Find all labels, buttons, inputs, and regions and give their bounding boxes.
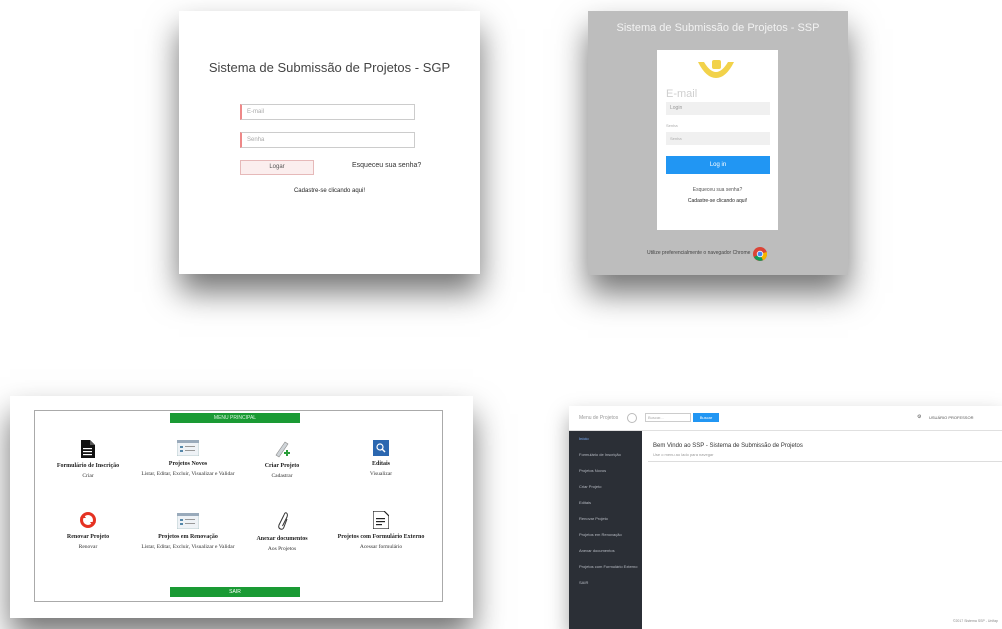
login-input[interactable]: Login [666, 102, 770, 115]
login-card: E-mail Login Senha Senha Log in Esqueceu… [657, 50, 778, 230]
sidebar-item-sair[interactable]: SAIR [569, 575, 642, 591]
sidebar-item-projetos-novos[interactable]: Projetos Novos [569, 463, 642, 479]
tile-anexar-documentos[interactable]: Anexar documentos Aos Projetos [232, 511, 332, 553]
password-field[interactable]: Senha [240, 132, 415, 148]
toggle-icon[interactable] [627, 413, 637, 423]
menu-frame [34, 410, 443, 602]
password-input[interactable]: Senha [666, 132, 770, 145]
tile-formulario[interactable]: Formulário de Inscrição Criar [38, 440, 138, 480]
main-content: Bem Vindo ao SSP - Sistema de Submissão … [643, 431, 1002, 629]
welcome-title: Bem Vindo ao SSP - Sistema de Submissão … [653, 443, 803, 449]
register-link[interactable]: Cadastre-se clicando aqui! [179, 188, 480, 194]
tile-projetos-renovacao[interactable]: Projetos em Renovação Listar, Editar, Ex… [138, 513, 238, 551]
tile-editais[interactable]: Editais Visualizar [331, 440, 431, 478]
login-button[interactable]: Log in [666, 156, 770, 174]
sidebar-item-renovar[interactable]: Renovar Projeto [569, 511, 642, 527]
menu-header: MENU PRINCIPAL [170, 413, 300, 423]
sidebar: Início Formulário de Inscrição Projetos … [569, 431, 642, 629]
email-label: E-mail [666, 88, 698, 100]
exit-button[interactable]: SAIR [170, 587, 300, 597]
login-title: Sistema de Submissão de Projetos - SGP [208, 60, 451, 75]
document-icon [81, 440, 95, 458]
copyright: ©2017 Sistema SSP - Unifap [952, 619, 998, 623]
pencil-add-icon [275, 441, 290, 458]
register-link[interactable]: Cadastre-se clicando aqui! [657, 198, 778, 204]
login-panel-white: Sistema de Submissão de Projetos - SGP E… [179, 11, 480, 274]
list-window-icon [177, 440, 199, 456]
sidebar-item-inicio[interactable]: Início [569, 431, 642, 447]
forgot-password-link[interactable]: Esqueceu sua senha? [352, 162, 421, 169]
sidebar-item-externo[interactable]: Projetos com Formulário Externo [569, 559, 642, 575]
list-window-icon [177, 513, 199, 529]
form-document-icon [373, 511, 389, 529]
login-button[interactable]: Logar [240, 160, 314, 175]
gear-icon[interactable]: ⚙ [917, 414, 921, 420]
dashboard-panel: Menu de Projetos Buscar... Buscar ⚙ USUÁ… [569, 406, 1002, 629]
sidebar-item-criar-projeto[interactable]: Criar Projeto [569, 479, 642, 495]
sidebar-item-anexar[interactable]: Anexar documentos [569, 543, 642, 559]
paperclip-icon [278, 512, 288, 530]
tile-formulario-externo[interactable]: Projetos com Formulário Externo Acessar … [331, 511, 431, 551]
topbar: Menu de Projetos Buscar... Buscar ⚙ USUÁ… [569, 406, 1002, 431]
login-panel-gray: Sistema de Submissão de Projetos - SSP E… [588, 11, 848, 275]
search-input[interactable]: Buscar... [645, 413, 691, 422]
browser-hint: Utilize preferencialmente o navegador Ch… [647, 250, 751, 256]
login-title: Sistema de Submissão de Projetos - SSP [616, 22, 820, 34]
tile-criar-projeto[interactable]: Criar Projeto Cadastrar [232, 440, 332, 480]
sidebar-item-editais[interactable]: Editais [569, 495, 642, 511]
password-label: Senha [666, 123, 678, 128]
welcome-box [648, 437, 1002, 462]
tile-projetos-novos[interactable]: Projetos Novos Listar, Editar, Excluir, … [138, 440, 238, 478]
forgot-password-link[interactable]: Esqueceu sua senha? [657, 187, 778, 193]
user-menu[interactable]: USUÁRIO PROFESSOR [929, 415, 973, 420]
refresh-icon [80, 512, 96, 528]
tile-renovar-projeto[interactable]: Renovar Projeto Renovar [38, 511, 138, 551]
menu-panel: MENU PRINCIPAL Formulário de Inscrição C… [10, 396, 473, 618]
search-book-icon [373, 440, 389, 456]
logo-icon [698, 60, 734, 78]
email-field[interactable]: E-mail [240, 104, 415, 120]
sidebar-item-renovacao[interactable]: Projetos em Renovação [569, 527, 642, 543]
sidebar-item-formulario[interactable]: Formulário de Inscrição [569, 447, 642, 463]
brand-title: Menu de Projetos [579, 415, 619, 421]
welcome-subtitle: Use o menu ao lado para navegar [653, 452, 714, 457]
search-button[interactable]: Buscar [693, 413, 719, 422]
chrome-icon [753, 247, 767, 261]
